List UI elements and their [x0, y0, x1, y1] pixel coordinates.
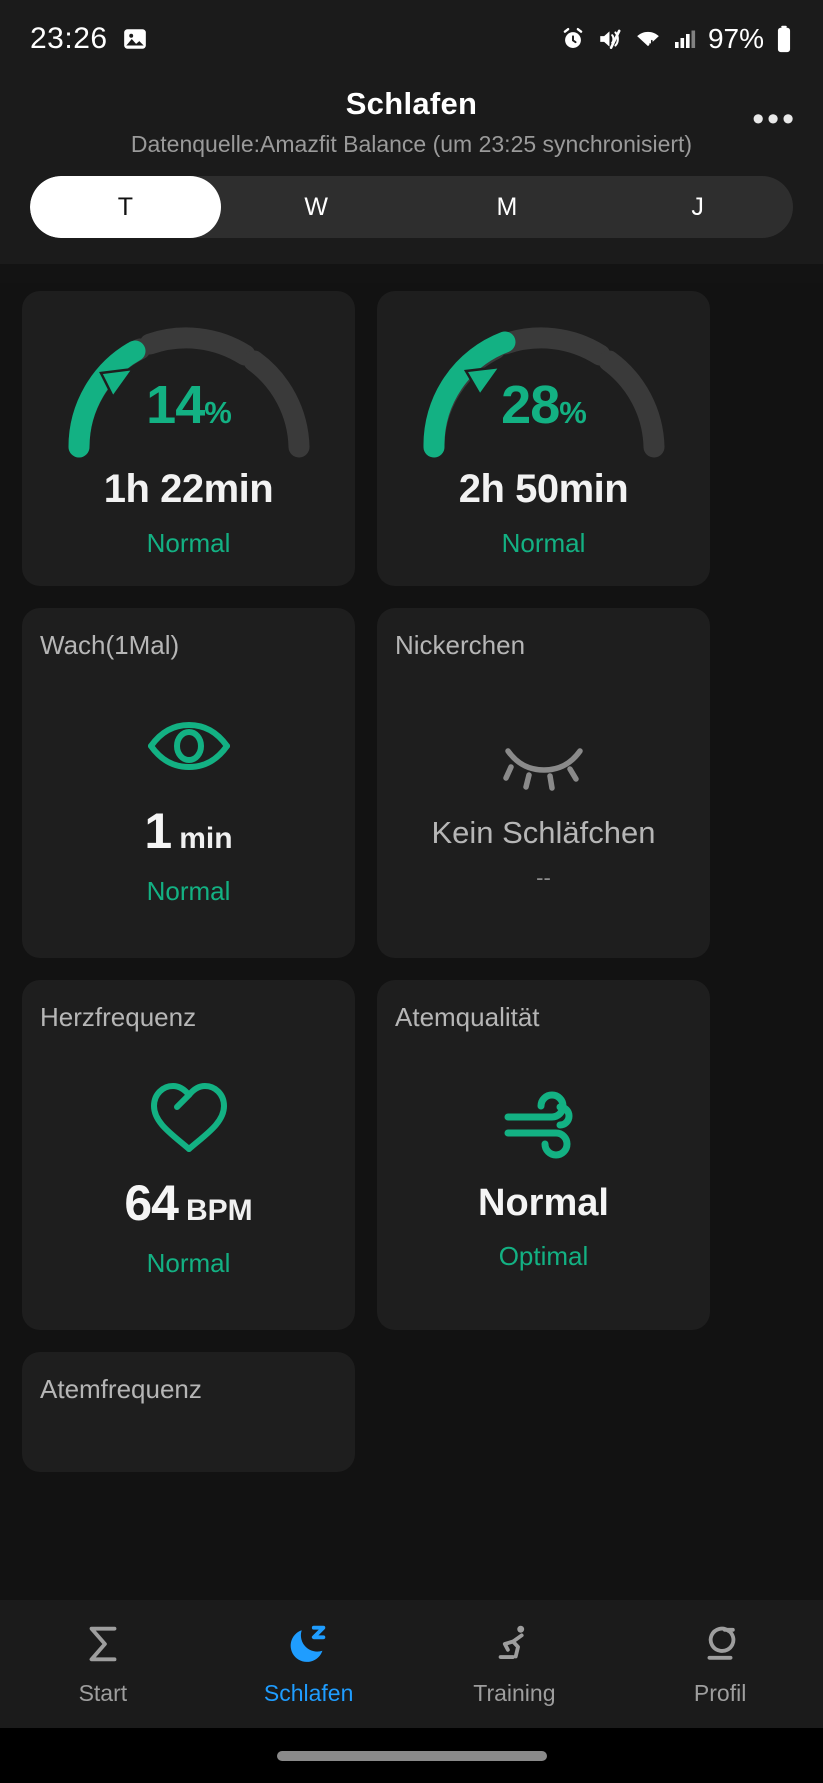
light-sleep-percent-unit: %: [559, 394, 587, 430]
wind-icon: [500, 1080, 588, 1172]
card-placeholder: [377, 1352, 710, 1472]
page-title: Schlafen: [345, 86, 478, 121]
nav-item-profil[interactable]: Profil: [617, 1621, 823, 1707]
battery-percent-label: 97%: [707, 23, 764, 54]
card-heart-rate[interactable]: Herzfrequenz 64 BPM Normal: [22, 980, 355, 1330]
heart-rate-value: 64: [124, 1175, 179, 1231]
heart-rate-unit: BPM: [185, 1194, 253, 1227]
app-screen: 23:26 97% Schlafen Datenquelle:Amazfit B…: [0, 0, 823, 1783]
heart-rate-status: Normal: [146, 1248, 231, 1278]
signal-icon: [673, 26, 697, 52]
deep-sleep-duration: 1h 22min: [103, 466, 274, 511]
awake-body: 1 min Normal: [40, 671, 337, 936]
heart-rate-body: 64 BPM Normal: [40, 1043, 337, 1308]
card-nap[interactable]: Nickerchen Kein Schläfchen --: [377, 608, 710, 958]
light-sleep-gauge: 28%: [410, 311, 678, 461]
period-tabs: T W M J: [0, 176, 823, 264]
status-bar: 23:26 97%: [0, 0, 823, 78]
light-sleep-duration: 2h 50min: [458, 466, 629, 511]
nav-item-schlafen[interactable]: Schlafen: [206, 1621, 412, 1707]
deep-sleep-status: Normal: [146, 527, 231, 558]
heart-rate-value-row: 64 BPM: [124, 1174, 252, 1232]
metrics-scroll-area[interactable]: 14% 1h 22min Normal 28% 2h 50min Normal …: [0, 283, 823, 1783]
image-icon: [122, 26, 148, 52]
awake-unit: min: [179, 822, 233, 855]
nav-label-training: Training: [473, 1680, 556, 1706]
tab-day[interactable]: T: [30, 176, 221, 238]
nav-label-schlafen: Schlafen: [263, 1680, 354, 1706]
nap-value: Kein Schläfchen: [431, 814, 656, 850]
deep-sleep-gauge: 14%: [55, 311, 323, 461]
awake-value-row: 1 min: [144, 802, 232, 860]
card-light-sleep[interactable]: 28% 2h 50min Normal: [377, 291, 710, 586]
status-bar-right: 97%: [560, 23, 793, 55]
card-breathing-rate[interactable]: Atemfrequenz: [22, 1352, 355, 1472]
deep-sleep-percent-value: 14: [146, 374, 205, 435]
deep-sleep-percent-unit: %: [204, 394, 232, 430]
battery-icon: [775, 25, 793, 53]
more-options-button[interactable]: •••: [752, 102, 797, 136]
eye-closed-icon: [498, 717, 590, 809]
moon-sleep-icon: [286, 1621, 332, 1672]
gesture-area: [0, 1728, 823, 1783]
sigma-icon: [80, 1621, 126, 1672]
nap-body: Kein Schläfchen --: [395, 671, 692, 936]
runner-icon: [491, 1621, 537, 1672]
breathing-quality-value: Normal: [478, 1181, 609, 1224]
deep-sleep-percent: 14%: [55, 374, 323, 436]
card-deep-sleep[interactable]: 14% 1h 22min Normal: [22, 291, 355, 586]
tab-month[interactable]: M: [412, 176, 603, 238]
eye-open-icon: [143, 700, 235, 792]
nav-label-profil: Profil: [693, 1680, 747, 1706]
header: Schlafen Datenquelle:Amazfit Balance (um…: [0, 78, 823, 176]
light-sleep-status: Normal: [501, 527, 586, 558]
tab-week[interactable]: W: [221, 176, 412, 238]
card-breathing-quality[interactable]: Atemqualität Normal Optimal: [377, 980, 710, 1330]
wifi-icon: [634, 26, 662, 52]
nav-label-start: Start: [78, 1680, 128, 1706]
nav-item-start[interactable]: Start: [0, 1621, 206, 1707]
nav-item-training[interactable]: Training: [412, 1621, 618, 1707]
status-time: 23:26: [30, 22, 108, 55]
breathing-quality-body: Normal Optimal: [395, 1043, 692, 1308]
nap-title: Nickerchen: [395, 630, 526, 660]
awake-status: Normal: [146, 876, 231, 906]
metrics-grid: 14% 1h 22min Normal 28% 2h 50min Normal …: [22, 283, 801, 1472]
mute-icon: [597, 26, 623, 52]
awake-value: 1: [144, 803, 172, 859]
status-bar-left: 23:26: [30, 22, 148, 56]
home-indicator[interactable]: [276, 1750, 547, 1761]
data-source-subtitle: Datenquelle:Amazfit Balance (um 23:25 sy…: [130, 131, 693, 157]
light-sleep-percent-value: 28: [501, 374, 560, 435]
light-sleep-percent: 28%: [410, 374, 678, 436]
heart-rate-title: Herzfrequenz: [40, 1002, 197, 1032]
profile-sigma-icon: [697, 1621, 743, 1672]
card-awake[interactable]: Wach(1Mal) 1 min Normal: [22, 608, 355, 958]
breathing-quality-title: Atemqualität: [395, 1002, 540, 1032]
breathing-quality-value-row: Normal: [478, 1182, 609, 1225]
tab-year[interactable]: J: [602, 176, 793, 238]
segmented-control: T W M J: [30, 176, 793, 238]
awake-title: Wach(1Mal): [40, 630, 180, 660]
heart-icon: [146, 1072, 232, 1164]
alarm-icon: [560, 26, 586, 52]
breathing-rate-title: Atemfrequenz: [40, 1374, 202, 1404]
bottom-navigation: Start Schlafen Training Profil: [0, 1600, 823, 1728]
nap-status: --: [536, 864, 551, 890]
breathing-quality-status: Optimal: [498, 1240, 589, 1271]
